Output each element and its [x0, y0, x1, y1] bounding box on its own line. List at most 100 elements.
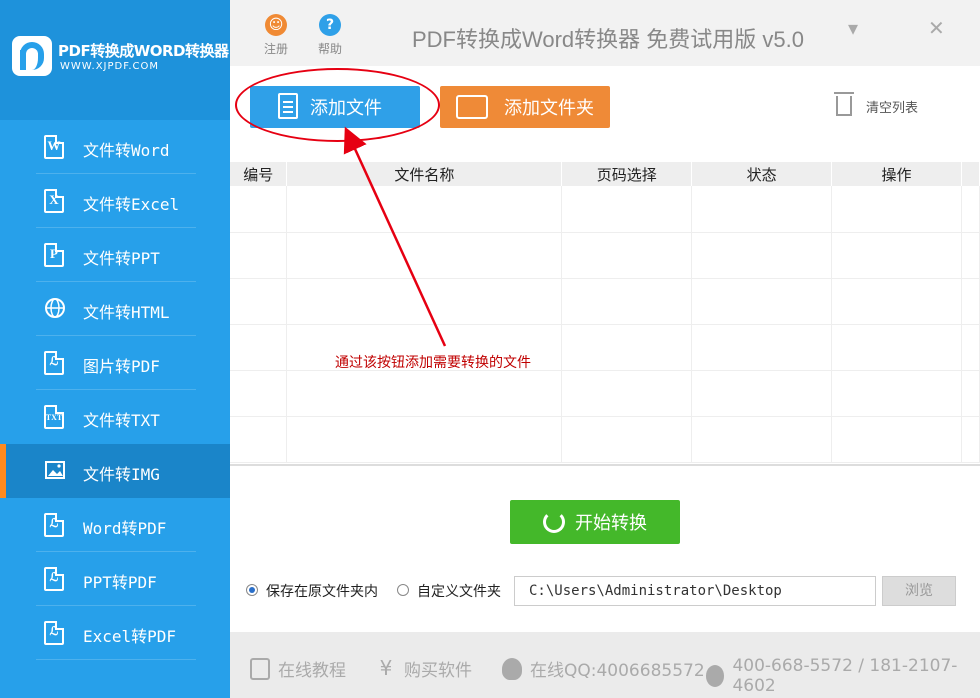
custom-folder-label[interactable]: 自定义文件夹 — [417, 581, 501, 601]
footer: 在线教程 ¥ 购买软件 在线QQ:4006685572 400-668-5572… — [230, 632, 980, 698]
yen-icon: ¥ — [379, 655, 393, 680]
table-cell — [961, 370, 980, 417]
save-original-label[interactable]: 保存在原文件夹内 — [266, 581, 378, 601]
add-folder-button[interactable]: 添加文件夹 — [440, 86, 610, 128]
table-row — [230, 278, 980, 325]
sidebar-nav: W 文件转Word X 文件转Excel P 文件转PPT 文件转HTML ℒ 图片转PDF TX… — [0, 120, 230, 660]
add-file-label: 添加文件 — [310, 98, 382, 119]
sidebar-item-5[interactable]: TXT 文件转TXT — [0, 390, 230, 444]
table-cell — [561, 370, 693, 417]
table-cell — [561, 278, 693, 325]
sidebar-divider — [36, 659, 196, 660]
annotation-text: 通过该按钮添加需要转换的文件 — [335, 355, 531, 371]
table-cell — [831, 416, 962, 463]
document-icon — [250, 657, 270, 680]
table-cell — [561, 232, 693, 279]
sidebar-item-8[interactable]: ℒ PPT转PDF — [0, 552, 230, 606]
close-icon[interactable]: ✕ — [928, 16, 945, 40]
table-cell — [286, 416, 563, 463]
logo-area: PDF转换成WORD转换器 WWW.XJPDF.COM — [0, 0, 230, 120]
sidebar-item-label: 文件转PPT — [83, 249, 160, 268]
folder-icon — [456, 93, 488, 121]
title-bar: ☺ 注册 ? 帮助 PDF转换成Word转换器 免费试用版 v5.0 ▾ ✕ — [230, 0, 980, 66]
output-path-input[interactable]: C:\Users\Administrator\Desktop — [514, 576, 876, 606]
table-cell — [230, 416, 288, 463]
file-txt-icon: TXT — [44, 405, 66, 429]
sidebar-item-label: 文件转HTML — [83, 303, 170, 322]
col-header-actions: 操作 — [831, 162, 962, 186]
sidebar-item-7[interactable]: ℒ Word转PDF — [0, 498, 230, 552]
custom-folder-radio[interactable] — [397, 584, 409, 596]
start-convert-label: 开始转换 — [575, 513, 647, 534]
register-icon: ☺ — [265, 14, 287, 36]
clear-list-button[interactable]: 清空列表 — [834, 92, 919, 116]
file-x-icon: X — [44, 189, 66, 213]
help-icon: ? — [319, 14, 341, 36]
qq-icon — [502, 657, 522, 680]
table-cell — [286, 232, 563, 279]
content-area: 添加文件 添加文件夹 清空列表 编号 文件名称 页码选择 状态 操作 通过该按钮… — [230, 66, 980, 632]
file-p-icon: P — [44, 243, 66, 267]
sidebar-item-6[interactable]: 文件转IMG — [0, 444, 230, 498]
phone-icon — [706, 665, 725, 687]
browse-button[interactable]: 浏览 — [882, 576, 956, 606]
table-cell — [286, 370, 563, 417]
sidebar-item-label: 图片转PDF — [83, 357, 160, 376]
app-title: PDF转换成Word转换器 免费试用版 v5.0 — [412, 27, 804, 52]
sidebar-item-label: 文件转Word — [83, 141, 170, 160]
app-logo-icon — [12, 36, 52, 76]
sidebar-item-label: 文件转Excel — [83, 195, 180, 214]
col-header-number: 编号 — [230, 162, 288, 186]
table-header-row: 编号 文件名称 页码选择 状态 操作 — [230, 162, 980, 186]
logo-title: PDF转换成WORD转换器 — [58, 42, 229, 60]
sidebar-item-0[interactable]: W 文件转Word — [0, 120, 230, 174]
sidebar-item-3[interactable]: 文件转HTML — [0, 282, 230, 336]
table-cell — [831, 370, 962, 417]
sidebar: PDF转换成WORD转换器 WWW.XJPDF.COM W 文件转Word X 文件转… — [0, 0, 230, 698]
globe-icon — [44, 297, 66, 321]
col-header-page-select: 页码选择 — [561, 162, 693, 186]
table-divider — [230, 464, 980, 466]
table-cell — [230, 232, 288, 279]
tutorial-link[interactable]: 在线教程 — [250, 656, 346, 681]
file-table: 编号 文件名称 页码选择 状态 操作 — [230, 162, 980, 463]
table-cell — [691, 370, 833, 417]
sidebar-item-2[interactable]: P 文件转PPT — [0, 228, 230, 282]
logo-url: WWW.XJPDF.COM — [60, 61, 160, 72]
table-cell — [691, 186, 833, 233]
help-label: 帮助 — [317, 42, 342, 56]
tutorial-label: 在线教程 — [278, 661, 346, 681]
sidebar-item-label: Word转PDF — [83, 519, 167, 538]
save-original-radio[interactable] — [246, 584, 258, 596]
table-cell — [691, 324, 833, 371]
qq-label: 在线QQ:4006685572 — [530, 661, 705, 681]
sidebar-item-label: PPT转PDF — [83, 573, 157, 592]
sidebar-item-4[interactable]: ℒ 图片转PDF — [0, 336, 230, 390]
table-cell — [561, 186, 693, 233]
add-file-button[interactable]: 添加文件 — [250, 86, 420, 128]
table-cell — [286, 278, 563, 325]
table-cell — [561, 324, 693, 371]
sidebar-item-1[interactable]: X 文件转Excel — [0, 174, 230, 228]
table-cell — [691, 416, 833, 463]
table-cell — [561, 416, 693, 463]
help-button[interactable]: ? 帮助 — [310, 14, 350, 57]
pdf-icon: ℒ — [44, 351, 66, 375]
file-w-icon: W — [44, 135, 66, 159]
clear-list-label: 清空列表 — [866, 100, 919, 116]
start-convert-button[interactable]: 开始转换 — [510, 500, 680, 544]
register-label: 注册 — [263, 42, 288, 56]
table-cell — [230, 370, 288, 417]
register-button[interactable]: ☺ 注册 — [256, 14, 296, 57]
table-cell — [961, 186, 980, 233]
main-panel: ☺ 注册 ? 帮助 PDF转换成Word转换器 免费试用版 v5.0 ▾ ✕ 添… — [230, 0, 980, 698]
qq-link[interactable]: 在线QQ:4006685572 — [502, 656, 705, 681]
table-cell — [831, 278, 962, 325]
sidebar-item-label: 文件转IMG — [83, 465, 160, 484]
minimize-icon[interactable]: ▾ — [848, 16, 858, 40]
buy-link[interactable]: ¥ 购买软件 — [376, 655, 472, 682]
table-row — [230, 416, 980, 463]
sidebar-item-9[interactable]: ℒ Excel转PDF — [0, 606, 230, 660]
table-row — [230, 232, 980, 279]
phone-label: 400-668-5572 / 181-2107-4602 — [732, 656, 958, 696]
